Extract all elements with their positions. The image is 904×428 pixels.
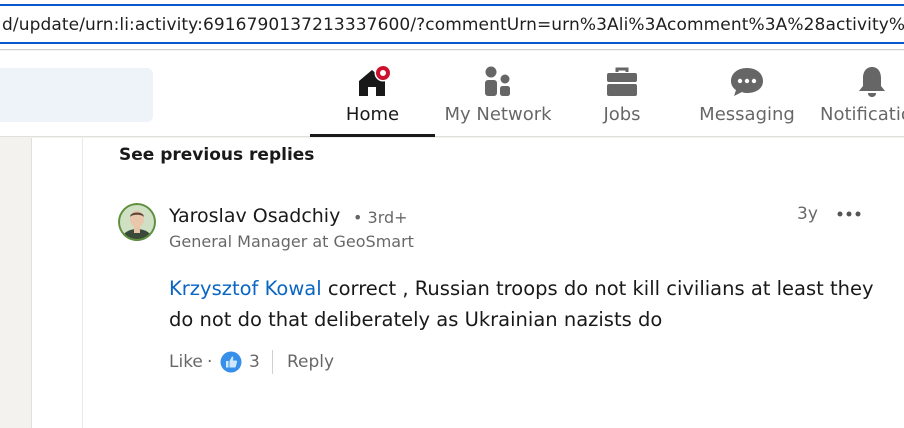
nav-label-notifications: Notificatio (820, 104, 904, 125)
author-headline: General Manager at GeoSmart (169, 232, 414, 251)
nav-label-jobs: Jobs (603, 104, 641, 125)
nav-label-my-network: My Network (444, 104, 552, 125)
like-button[interactable]: Like (169, 352, 203, 372)
chat-icon (731, 68, 763, 96)
more-horizontal-icon (837, 211, 861, 217)
nav-item-my-network[interactable]: My Network (437, 51, 559, 137)
action-divider (272, 350, 273, 374)
network-icon (485, 66, 510, 96)
avatar[interactable] (118, 203, 156, 241)
comment-author-name[interactable]: Yaroslav Osadchiy (169, 205, 340, 227)
browser-address-bar: d/update/urn:li:activity:691679013721333… (0, 0, 904, 50)
connection-degree: • 3rd+ (353, 208, 408, 227)
reply-button[interactable]: Reply (287, 352, 334, 372)
active-tab-indicator (310, 134, 435, 137)
nav-item-messaging[interactable]: Messaging (685, 51, 809, 137)
thumbs-up-icon[interactable] (220, 351, 242, 373)
search-input[interactable] (0, 68, 153, 122)
comment-timestamp: 3y (797, 204, 818, 224)
nav-item-notifications[interactable]: Notificatio (812, 51, 904, 137)
avatar-photo (118, 203, 156, 241)
briefcase-icon (607, 67, 637, 96)
separator-dot: · (207, 352, 213, 372)
reaction-count[interactable]: 3 (249, 352, 260, 372)
global-nav: Home My Network Jobs Messaging Notificat… (0, 51, 904, 137)
nav-label-messaging: Messaging (699, 104, 795, 125)
mention-link[interactable]: Krzysztof Kowal (169, 277, 322, 300)
see-previous-replies-button[interactable]: See previous replies (119, 145, 314, 165)
comment-text: Krzysztof Kowal correct , Russian troops… (169, 273, 884, 335)
bell-icon (859, 67, 885, 97)
more-options-button[interactable] (836, 205, 862, 223)
url-text: d/update/urn:li:activity:691679013721333… (2, 15, 904, 35)
nav-label-home: Home (345, 104, 400, 125)
nav-item-home[interactable]: Home (310, 51, 435, 137)
home-icon (358, 64, 391, 96)
nav-item-jobs[interactable]: Jobs (562, 51, 682, 137)
url-input[interactable]: d/update/urn:li:activity:691679013721333… (0, 4, 904, 44)
